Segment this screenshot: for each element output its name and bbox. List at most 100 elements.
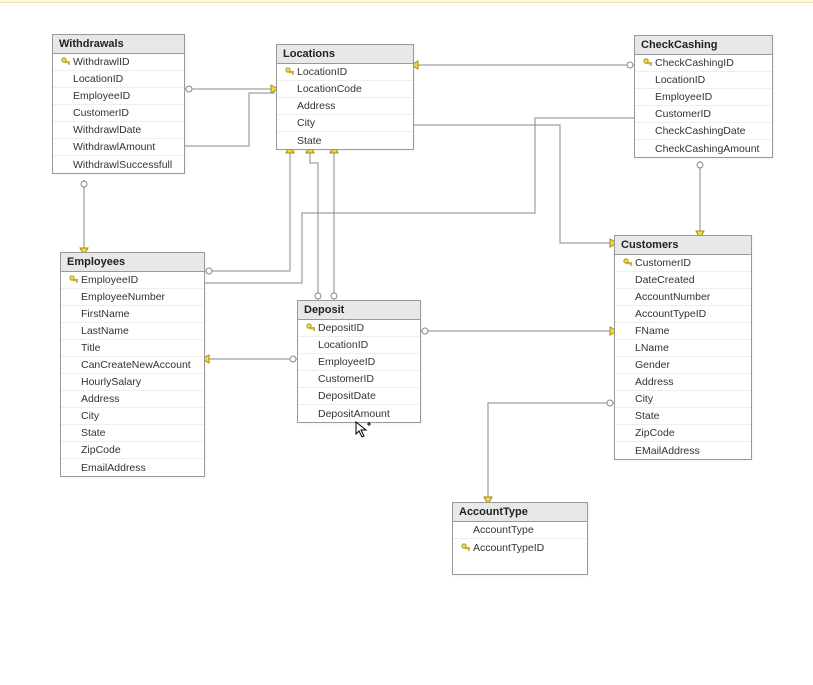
- primary-key-icon: [641, 58, 655, 68]
- primary-key-icon: [459, 543, 473, 553]
- field-row[interactable]: EMailAddress: [615, 442, 751, 459]
- entity-withdrawals[interactable]: Withdrawals WithdrawlIDLocationIDEmploye…: [52, 34, 185, 174]
- field-name: DateCreated: [635, 274, 695, 286]
- field-list: LocationID LocationCode Address City State: [277, 64, 413, 149]
- field-row[interactable]: City: [615, 391, 751, 408]
- field-name: City: [81, 410, 99, 422]
- field-name: WithdrawlSuccessfull: [73, 159, 172, 171]
- field-name: AccountType: [473, 524, 534, 536]
- primary-key-icon: [621, 258, 635, 268]
- field-row[interactable]: WithdrawlID: [53, 54, 184, 71]
- field-row[interactable]: CustomerID: [635, 106, 772, 123]
- erd-canvas[interactable]: Withdrawals WithdrawlIDLocationIDEmploye…: [0, 3, 813, 682]
- field-row[interactable]: HourlySalary: [61, 374, 204, 391]
- field-list: WithdrawlID LocationID EmployeeID CustomerI…: [53, 54, 184, 173]
- field-row[interactable]: State: [61, 425, 204, 442]
- field-row[interactable]: CheckCashingDate: [635, 123, 772, 140]
- field-row[interactable]: Address: [61, 391, 204, 408]
- field-row[interactable]: DepositAmount: [298, 405, 420, 422]
- field-name: LName: [635, 342, 669, 354]
- entity-locations[interactable]: Locations LocationIDLocationCodeAddressC…: [276, 44, 414, 150]
- field-row[interactable]: LocationID: [277, 64, 413, 81]
- field-name: ZipCode: [81, 444, 121, 456]
- field-row[interactable]: FirstName: [61, 306, 204, 323]
- field-name: CustomerID: [635, 257, 691, 269]
- field-name: State: [297, 135, 322, 147]
- field-row[interactable]: ZipCode: [615, 425, 751, 442]
- field-row[interactable]: WithdrawlAmount: [53, 139, 184, 156]
- field-row[interactable]: AccountType: [453, 522, 587, 539]
- field-row[interactable]: City: [277, 115, 413, 132]
- field-row[interactable]: CheckCashingAmount: [635, 140, 772, 157]
- field-row[interactable]: CustomerID: [298, 371, 420, 388]
- field-row[interactable]: EmployeeID: [61, 272, 204, 289]
- field-row[interactable]: CustomerID: [53, 105, 184, 122]
- entity-deposit[interactable]: Deposit DepositID LocationIDEmployeeIDCus…: [297, 300, 421, 423]
- field-row[interactable]: DepositID: [298, 320, 420, 337]
- field-row[interactable]: CheckCashingID: [635, 55, 772, 72]
- entity-customers[interactable]: Customers CustomerIDDateCreatedAccountNu…: [614, 235, 752, 460]
- entity-accounttype[interactable]: AccountType AccountType AccountTypeID: [452, 502, 588, 575]
- field-name: City: [297, 117, 315, 129]
- field-row[interactable]: EmployeeID: [53, 88, 184, 105]
- field-row[interactable]: EmailAddress: [61, 459, 204, 476]
- field-row[interactable]: ZipCode: [61, 442, 204, 459]
- field-row[interactable]: City: [61, 408, 204, 425]
- field-name: CanCreateNewAccount: [81, 359, 191, 371]
- field-name: DepositAmount: [318, 408, 390, 420]
- field-name: EmailAddress: [81, 462, 146, 474]
- field-row[interactable]: LocationID: [298, 337, 420, 354]
- field-row[interactable]: LocationID: [53, 71, 184, 88]
- field-row[interactable]: AccountTypeID: [615, 306, 751, 323]
- field-name: FirstName: [81, 308, 129, 320]
- field-name: Address: [297, 100, 336, 112]
- field-name: LocationID: [73, 73, 123, 85]
- empty-row: [453, 556, 587, 574]
- entity-title: Employees: [61, 253, 204, 272]
- field-row[interactable]: EmployeeID: [635, 89, 772, 106]
- field-name: AccountTypeID: [473, 542, 544, 554]
- field-name: LocationCode: [297, 83, 362, 95]
- entity-title: AccountType: [453, 503, 587, 522]
- field-row[interactable]: State: [615, 408, 751, 425]
- field-row[interactable]: AccountNumber: [615, 289, 751, 306]
- field-list: CustomerID DateCreated AccountNumberAccoun…: [615, 255, 751, 459]
- field-row[interactable]: EmployeeID: [298, 354, 420, 371]
- field-row[interactable]: LName: [615, 340, 751, 357]
- field-row[interactable]: Gender: [615, 357, 751, 374]
- field-row[interactable]: Address: [615, 374, 751, 391]
- field-name: CheckCashingID: [655, 57, 734, 69]
- field-row[interactable]: CanCreateNewAccount: [61, 357, 204, 374]
- field-row[interactable]: CustomerID: [615, 255, 751, 272]
- field-row[interactable]: Address: [277, 98, 413, 115]
- entity-employees[interactable]: Employees EmployeeIDEmployeeNumber FirstN…: [60, 252, 205, 477]
- field-row[interactable]: LocationID: [635, 72, 772, 89]
- field-name: Title: [81, 342, 100, 354]
- field-name: EMailAddress: [635, 445, 700, 457]
- field-name: WithdrawlAmount: [73, 141, 155, 153]
- field-row[interactable]: DateCreated: [615, 272, 751, 289]
- field-row[interactable]: WithdrawlSuccessfull: [53, 156, 184, 173]
- field-row[interactable]: DepositDate: [298, 388, 420, 405]
- field-row[interactable]: EmployeeNumber: [61, 289, 204, 306]
- primary-key-icon: [67, 275, 81, 285]
- field-row[interactable]: LocationCode: [277, 81, 413, 98]
- field-row[interactable]: FName: [615, 323, 751, 340]
- field-name: CustomerID: [73, 107, 129, 119]
- mouse-cursor-icon: [355, 421, 373, 442]
- field-name: LocationID: [297, 66, 347, 78]
- entity-title: Deposit: [298, 301, 420, 320]
- field-name: DepositID: [318, 322, 364, 334]
- field-name: State: [635, 410, 660, 422]
- field-name: CheckCashingAmount: [655, 143, 759, 155]
- field-row[interactable]: Title: [61, 340, 204, 357]
- primary-key-icon: [59, 57, 73, 67]
- entity-checkcashing[interactable]: CheckCashing CheckCashingIDLocationIDEmp…: [634, 35, 773, 158]
- primary-key-icon: [283, 67, 297, 77]
- field-row[interactable]: LastName: [61, 323, 204, 340]
- field-row[interactable]: WithdrawlDate: [53, 122, 184, 139]
- field-name: Address: [635, 376, 674, 388]
- field-row[interactable]: AccountTypeID: [453, 539, 587, 556]
- field-row[interactable]: State: [277, 132, 413, 149]
- field-list: DepositIDLocationIDEmployeeIDCustomerIDD…: [298, 320, 420, 422]
